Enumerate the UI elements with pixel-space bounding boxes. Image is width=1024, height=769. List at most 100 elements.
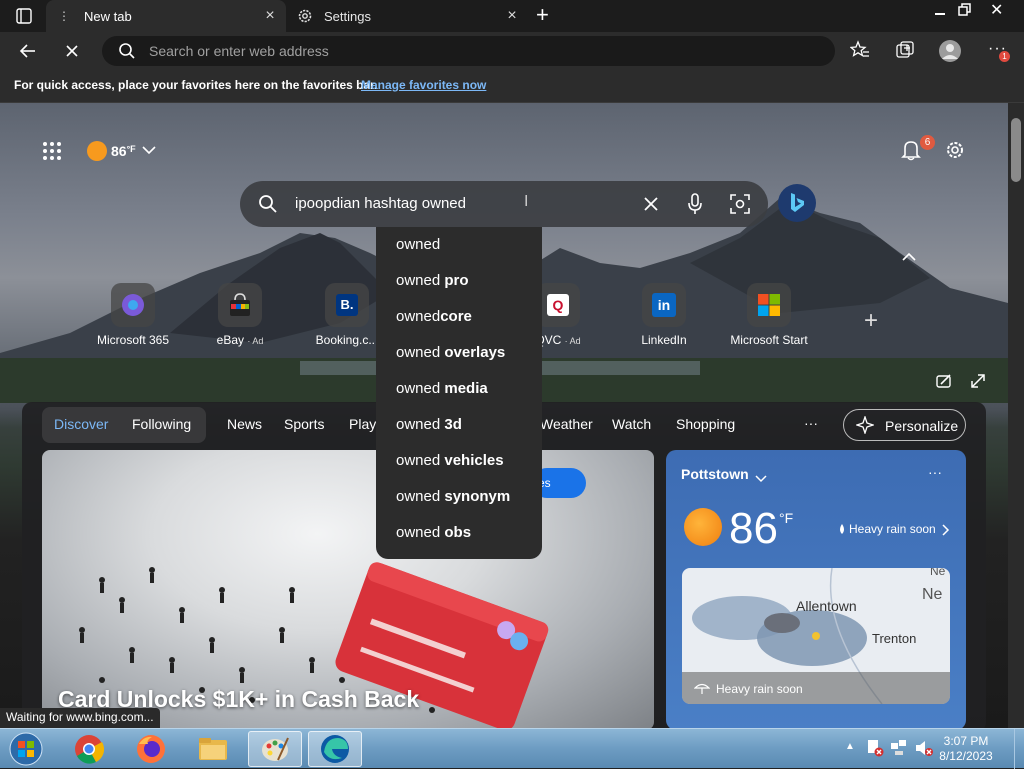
quicklink-label: eBay bbox=[216, 333, 244, 347]
tab-bar: ⋮ New tab × Settings × + ✕ bbox=[0, 0, 1024, 32]
status-bar: Waiting for www.bing.com... bbox=[0, 708, 160, 728]
weather-more-icon[interactable]: ··· bbox=[928, 464, 942, 480]
clear-search-icon[interactable] bbox=[642, 195, 660, 213]
page-scrollbar[interactable] bbox=[1008, 103, 1024, 728]
taskbar-firefox[interactable] bbox=[124, 731, 178, 767]
search-icon bbox=[258, 194, 278, 214]
suggestion-item[interactable]: owned obs bbox=[376, 515, 542, 551]
close-tab-icon[interactable]: × bbox=[262, 8, 278, 24]
weather-temp: 86 bbox=[111, 143, 127, 159]
search-box[interactable]: ipoopdian hashtag owned I bbox=[240, 181, 768, 227]
weather-location[interactable]: Pottstown bbox=[681, 466, 749, 482]
sun-icon bbox=[684, 508, 722, 546]
windows-logo-icon bbox=[9, 732, 43, 766]
suggestion-item[interactable]: owned media bbox=[376, 371, 542, 407]
show-desktop-button[interactable] bbox=[1014, 729, 1024, 769]
page-settings-icon[interactable] bbox=[944, 139, 966, 161]
quicklink-linkedin[interactable]: in LinkedIn bbox=[609, 283, 719, 347]
tab-weather[interactable]: Weather bbox=[540, 416, 593, 432]
restore-icon[interactable] bbox=[956, 2, 972, 18]
show-hidden-icons[interactable]: ▲ bbox=[845, 741, 855, 752]
qvc-icon: Q bbox=[536, 283, 580, 327]
network-icon[interactable] bbox=[890, 739, 908, 757]
expand-icon[interactable] bbox=[970, 373, 986, 389]
action-center-icon[interactable] bbox=[866, 739, 884, 757]
volume-muted-icon[interactable] bbox=[914, 739, 934, 757]
suggestion-item[interactable]: owned vehicles bbox=[376, 443, 542, 479]
quicklink-label: LinkedIn bbox=[641, 333, 687, 347]
bell-icon[interactable] bbox=[900, 139, 922, 161]
tab-news[interactable]: News bbox=[227, 416, 262, 432]
tab-following[interactable]: Following bbox=[132, 416, 191, 432]
scrollbar-thumb[interactable] bbox=[1011, 118, 1021, 182]
tab-shopping[interactable]: Shopping bbox=[676, 416, 735, 432]
new-tab-icon[interactable]: + bbox=[536, 4, 549, 26]
quicklink-microsoft-start[interactable]: Microsoft Start bbox=[714, 283, 824, 347]
story-card[interactable]: es Card Unlocks $1K+ in Cash Back bbox=[42, 450, 654, 728]
map-city-label: Trenton bbox=[872, 631, 917, 646]
linkedin-icon: in bbox=[642, 283, 686, 327]
quicklink-ebay[interactable]: eBay · Ad bbox=[185, 283, 295, 347]
microsoft-logo-icon bbox=[747, 283, 791, 327]
start-button[interactable] bbox=[0, 731, 52, 767]
tab-settings[interactable]: Settings × bbox=[288, 0, 528, 32]
more-tabs-icon[interactable]: ··· bbox=[804, 415, 818, 431]
address-bar[interactable]: Search or enter web address bbox=[102, 36, 835, 66]
suggestion-item[interactable]: owned bbox=[376, 227, 542, 263]
tab-watch[interactable]: Watch bbox=[612, 416, 651, 432]
suggestion-item[interactable]: owned pro bbox=[376, 263, 542, 299]
suggestion-item[interactable]: owned synonym bbox=[376, 479, 542, 515]
system-clock[interactable]: 3:07 PM 8/12/2023 bbox=[936, 734, 996, 764]
taskbar-edge[interactable] bbox=[308, 731, 362, 767]
map-city-label: Allentown bbox=[796, 598, 857, 614]
clock-time: 3:07 PM bbox=[943, 734, 989, 748]
quicklink-microsoft-365[interactable]: Microsoft 365 bbox=[78, 283, 188, 347]
tab-actions-icon[interactable] bbox=[16, 8, 32, 24]
favorites-icon[interactable] bbox=[849, 40, 870, 60]
quicklink-label: Microsoft 365 bbox=[96, 333, 170, 347]
back-icon[interactable] bbox=[18, 41, 38, 61]
weather-card-temp: 86 bbox=[729, 504, 778, 553]
weather-card[interactable]: Pottstown ··· 86 °F Heavy rain soon Alle… bbox=[666, 450, 966, 728]
microsoft-365-icon bbox=[111, 283, 155, 327]
weather-condition[interactable]: Heavy rain soon bbox=[849, 522, 936, 536]
umbrella-icon bbox=[693, 681, 711, 695]
suggestion-item[interactable]: owned overlays bbox=[376, 335, 542, 371]
visual-search-icon[interactable] bbox=[730, 194, 750, 214]
tab-sports[interactable]: Sports bbox=[284, 416, 324, 432]
close-window-icon[interactable]: ✕ bbox=[990, 0, 1003, 20]
close-tab-icon[interactable]: × bbox=[504, 8, 520, 24]
bing-chat-icon[interactable] bbox=[778, 184, 816, 222]
apps-launcher-icon[interactable] bbox=[42, 141, 62, 161]
minimize-icon[interactable] bbox=[932, 2, 948, 18]
folder-icon bbox=[199, 738, 227, 760]
ad-label: · Ad bbox=[247, 336, 264, 346]
taskbar-paint[interactable] bbox=[248, 731, 302, 767]
weather-map[interactable]: Allentown Trenton Ne Ne Heavy rain soon bbox=[682, 568, 950, 704]
tab-new-tab[interactable]: ⋮ New tab × bbox=[46, 0, 286, 32]
chevron-down-icon[interactable] bbox=[755, 470, 767, 483]
edit-background-icon[interactable] bbox=[936, 373, 952, 389]
suggestion-item[interactable]: ownedcore bbox=[376, 299, 542, 335]
tab-play[interactable]: Play bbox=[349, 416, 376, 432]
collections-icon[interactable] bbox=[895, 40, 915, 60]
favorites-bar: For quick access, place your favorites h… bbox=[0, 70, 1024, 103]
taskbar-chrome[interactable] bbox=[62, 731, 116, 767]
chrome-icon bbox=[75, 735, 104, 764]
search-input[interactable]: ipoopdian hashtag owned bbox=[295, 195, 466, 212]
profile-avatar-icon[interactable] bbox=[938, 39, 962, 63]
tab-discover[interactable]: Discover bbox=[54, 416, 108, 432]
search-suggestions: owned owned pro ownedcore owned overlays… bbox=[376, 227, 542, 559]
taskbar-file-explorer[interactable] bbox=[186, 731, 240, 767]
manage-favorites-link[interactable]: Manage favorites now bbox=[361, 78, 486, 92]
add-quicklink-icon[interactable]: + bbox=[864, 309, 878, 333]
map-city-label: Ne bbox=[922, 586, 943, 603]
raindrop-icon bbox=[838, 522, 846, 534]
collapse-chevron-icon[interactable] bbox=[902, 249, 916, 261]
weather-widget[interactable]: 86 °F bbox=[87, 140, 156, 162]
stop-loading-icon[interactable] bbox=[62, 41, 82, 61]
microphone-icon[interactable] bbox=[686, 193, 704, 215]
tab-label: Settings bbox=[324, 8, 371, 24]
personalize-button[interactable]: Personalize bbox=[843, 409, 966, 441]
suggestion-item[interactable]: owned 3d bbox=[376, 407, 542, 443]
